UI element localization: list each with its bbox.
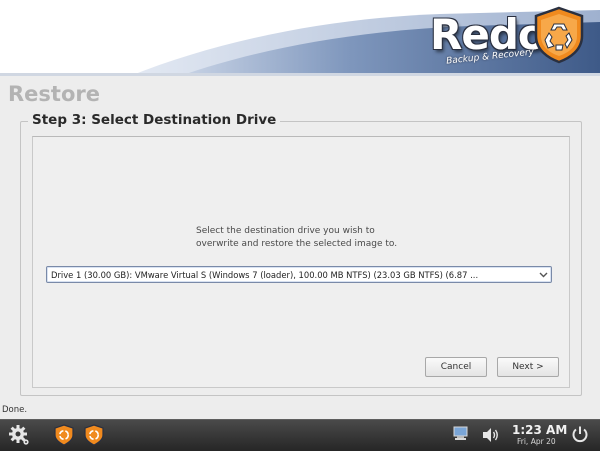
settings-gear-icon[interactable] (8, 424, 30, 449)
status-text: Done. (2, 405, 28, 415)
clock-time: 1:23 AM (512, 423, 568, 437)
content-panel (32, 136, 570, 388)
drive-select-value: Drive 1 (30.00 GB): VMware Virtual S (Wi… (51, 269, 479, 280)
cancel-button[interactable]: Cancel (425, 357, 487, 377)
destination-drive-select[interactable]: Drive 1 (30.00 GB): VMware Virtual S (Wi… (46, 266, 552, 283)
instruction-line-2: overwrite and restore the selected image… (196, 239, 398, 249)
redo-app-icon-active[interactable] (84, 424, 104, 449)
header-banner: Redo Backup & Recovery (0, 0, 600, 76)
network-icon[interactable] (452, 425, 470, 446)
redo-app-icon[interactable] (54, 424, 74, 449)
instruction-line-1: Select the destination drive you wish to (196, 226, 375, 236)
power-icon[interactable] (571, 425, 589, 446)
clock-date: Fri, Apr 20 (517, 437, 556, 446)
volume-icon[interactable] (481, 426, 501, 447)
instruction-text: Select the destination drive you wish to… (196, 225, 456, 251)
chevron-down-icon[interactable] (535, 267, 551, 282)
page-title: Restore (8, 82, 100, 106)
redo-logo: Redo Backup & Recovery (420, 6, 600, 70)
step-title: Step 3: Select Destination Drive (28, 112, 281, 128)
recycle-badge-icon (534, 6, 584, 64)
next-button[interactable]: Next > (497, 357, 559, 377)
